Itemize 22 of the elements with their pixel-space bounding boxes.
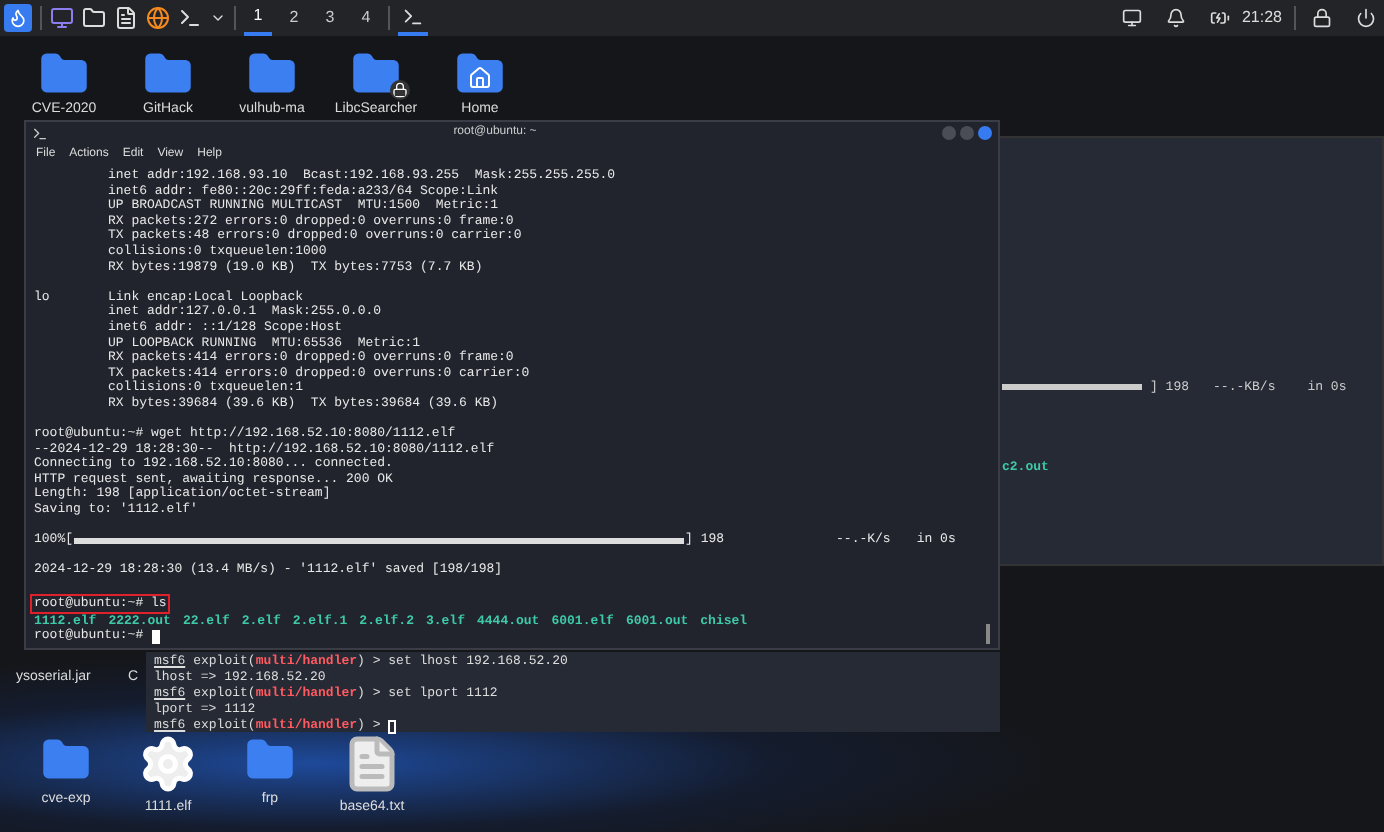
close-button[interactable] — [978, 126, 992, 140]
workspace-tab[interactable]: 1 — [244, 0, 272, 36]
text-editor-icon[interactable] — [114, 6, 138, 30]
workspace-tab[interactable]: 4 — [352, 0, 380, 36]
clock: 21:28 — [1241, 6, 1282, 30]
battery-icon[interactable] — [1209, 8, 1230, 28]
caret-icon[interactable] — [210, 10, 226, 26]
scrollbar-thumb[interactable] — [986, 624, 990, 644]
terminal-icon[interactable] — [178, 6, 202, 30]
gear-icon — [138, 734, 198, 794]
folder-icon[interactable] — [82, 6, 106, 30]
bell-icon[interactable] — [1165, 8, 1186, 28]
lock-icon[interactable] — [1312, 8, 1332, 28]
desktop-icon[interactable] — [50, 6, 74, 30]
text-cursor — [151, 629, 160, 644]
display-icon[interactable] — [1121, 8, 1142, 28]
text-cursor — [388, 719, 397, 733]
terminal-icon — [32, 125, 48, 141]
workspace-tab[interactable]: 3 — [316, 0, 344, 36]
logout-icon[interactable] — [1356, 8, 1376, 28]
browser-icon[interactable] — [146, 6, 170, 30]
workspace-tab[interactable]: 2 — [280, 0, 308, 36]
